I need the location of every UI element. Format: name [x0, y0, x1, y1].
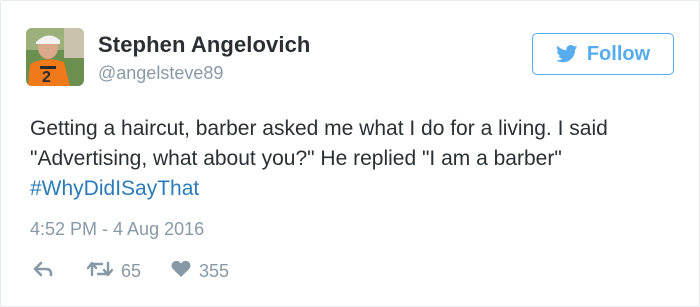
tweet-timestamp[interactable]: 4:52 PM - 4 Aug 2016: [30, 219, 204, 240]
user-name[interactable]: Stephen Angelovich: [98, 32, 310, 58]
reply-button[interactable]: [33, 261, 53, 282]
tweet-body: Getting a haircut, barber asked me what …: [30, 117, 608, 170]
retweet-button[interactable]: 65: [86, 260, 142, 283]
like-count: 355: [199, 260, 230, 281]
tweet-text: Getting a haircut, barber asked me what …: [30, 114, 680, 204]
heart-icon: [171, 260, 191, 283]
retweet-icon: [86, 260, 114, 283]
twitter-bird-icon: [555, 45, 578, 63]
tweet-card: 2 Stephen Angelovich @angelsteve89 Follo…: [0, 0, 700, 307]
follow-button[interactable]: Follow: [532, 33, 674, 75]
user-handle[interactable]: @angelsteve89: [98, 63, 223, 84]
like-button[interactable]: 355: [171, 260, 229, 283]
follow-button-label: Follow: [586, 42, 651, 65]
reply-icon: [33, 261, 53, 282]
svg-text:2: 2: [42, 69, 51, 86]
avatar[interactable]: 2: [26, 28, 84, 86]
avatar-image: 2: [26, 28, 84, 86]
retweet-count: 65: [121, 260, 142, 281]
tweet-actions: 65 355: [33, 258, 229, 284]
hashtag-link[interactable]: #WhyDidISayThat: [30, 177, 199, 200]
